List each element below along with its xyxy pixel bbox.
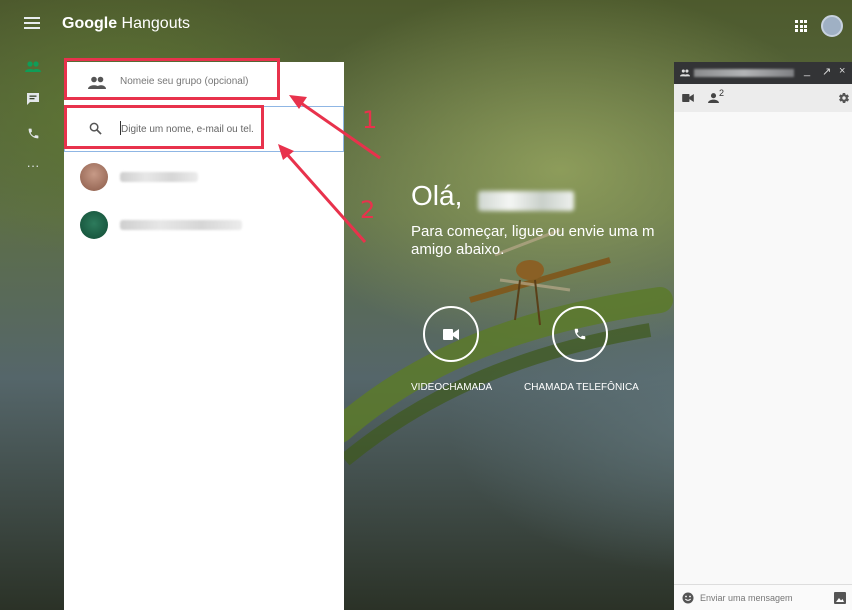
annotation-number-1: 1 [362,106,378,134]
annotation-number-2: 2 [360,196,376,224]
annotation-arrows [278,95,381,243]
hangouts-window: Google Hangouts ··· Nomeie seu grupo (op… [0,0,852,610]
